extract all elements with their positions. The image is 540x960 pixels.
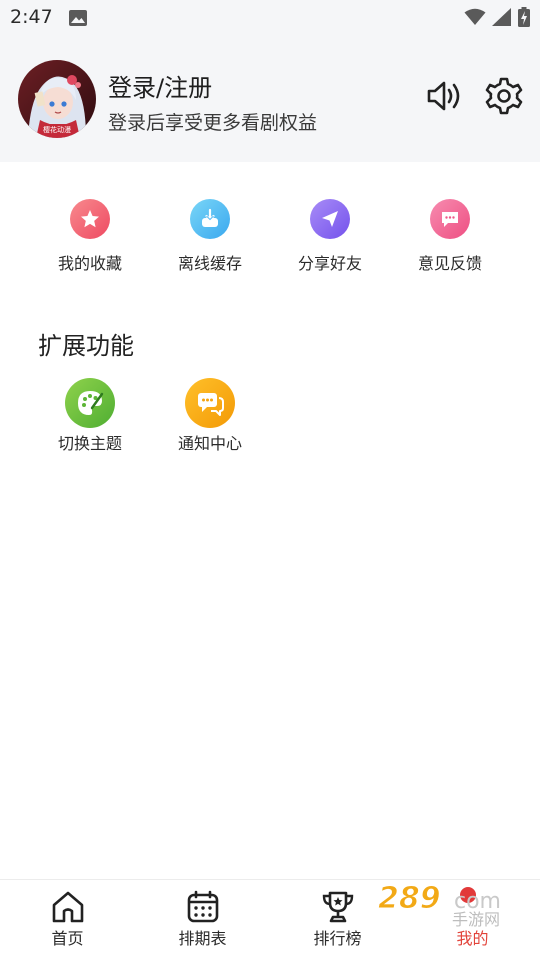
paper-plane-icon [310, 199, 350, 239]
home-icon [52, 891, 83, 923]
favorites-label: 我的收藏 [57, 254, 122, 273]
nav-schedule[interactable]: 排期表 [135, 880, 270, 960]
share-friends-label: 分享好友 [297, 254, 362, 273]
chat-bubble-icon [430, 199, 470, 239]
feedback-label: 意见反馈 [417, 254, 482, 273]
nav-ranking[interactable]: 排行榜 [270, 880, 405, 960]
share-friends-button[interactable]: 分享好友 [270, 198, 390, 278]
profile-header: 樱花动漫 登录/注册 登录后享受更多看剧权益 [0, 36, 540, 162]
nav-ranking-label: 排行榜 [313, 929, 362, 948]
message-icon [185, 378, 235, 428]
settings-button[interactable] [484, 76, 524, 116]
feedback-button[interactable]: 意见反馈 [390, 198, 510, 278]
nav-schedule-label: 排期表 [178, 929, 227, 948]
speaker-icon [427, 81, 460, 111]
trophy-icon [322, 891, 353, 923]
notification-center-button[interactable]: 通知中心 [150, 378, 270, 458]
avatar-caption: 樱花动漫 [43, 125, 71, 134]
gear-icon [485, 77, 523, 115]
switch-theme-label: 切换主题 [57, 434, 122, 453]
speaker-button[interactable] [424, 76, 464, 116]
status-time: 2:47 [10, 6, 53, 28]
palette-icon [65, 378, 115, 428]
avatar[interactable]: 樱花动漫 [18, 60, 96, 138]
login-subtitle: 登录后享受更多看剧权益 [108, 112, 318, 134]
login-register-link[interactable]: 登录/注册 [108, 68, 212, 103]
wifi-icon [464, 8, 486, 30]
quick-actions: 我的收藏 离线缓存 分享好友 意见反馈 [0, 198, 540, 278]
offline-cache-button[interactable]: 离线缓存 [150, 198, 270, 278]
signal-icon [492, 8, 512, 30]
nav-home[interactable]: 首页 [0, 880, 135, 960]
status-icons [464, 7, 530, 31]
nav-home-label: 首页 [51, 929, 84, 948]
star-icon [70, 199, 110, 239]
nav-mine[interactable]: 我的 [405, 880, 540, 960]
image-icon [69, 10, 87, 30]
switch-theme-button[interactable]: 切换主题 [30, 378, 150, 458]
favorites-button[interactable]: 我的收藏 [30, 198, 150, 278]
offline-cache-label: 离线缓存 [177, 254, 242, 273]
nav-mine-label: 我的 [456, 929, 489, 948]
calendar-icon [187, 890, 218, 923]
download-icon [190, 199, 230, 239]
section-title: 扩展功能 [38, 332, 134, 360]
notification-center-label: 通知中心 [177, 434, 242, 453]
bottom-nav: 首页 排期表 排行榜 我的 [0, 879, 540, 960]
status-bar: 2:47 [0, 0, 540, 36]
battery-charging-icon [518, 7, 530, 31]
